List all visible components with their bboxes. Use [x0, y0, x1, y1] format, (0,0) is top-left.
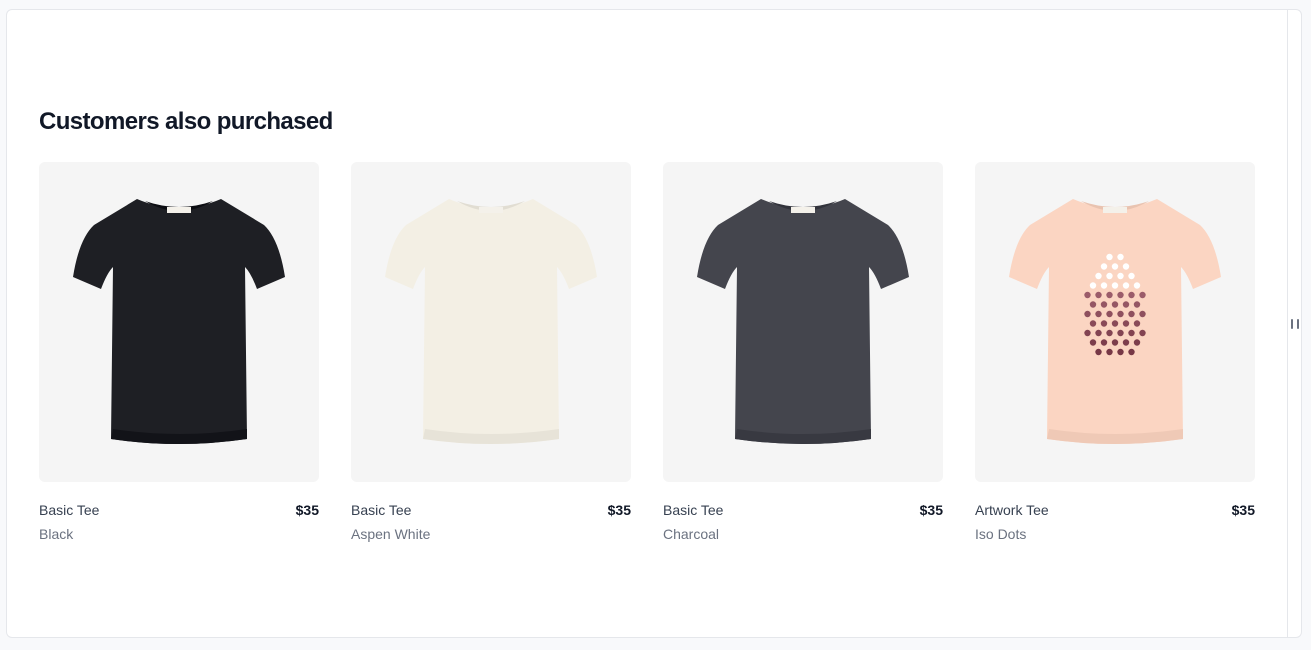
- white-t-shirt-icon: [385, 199, 597, 444]
- product-card[interactable]: Artwork Tee Iso Dots $35: [975, 162, 1255, 547]
- product-card[interactable]: Basic Tee Black $35: [39, 162, 319, 547]
- product-info: Basic Tee Charcoal $35: [663, 501, 943, 547]
- product-price: $35: [607, 502, 631, 518]
- product-color: Iso Dots: [975, 526, 1027, 542]
- product-image[interactable]: [39, 162, 319, 482]
- product-name[interactable]: Basic Tee: [39, 501, 99, 519]
- resize-handle-icon[interactable]: [1291, 317, 1299, 331]
- product-color: Aspen White: [351, 526, 431, 542]
- product-card[interactable]: Basic Tee Aspen White $35: [351, 162, 631, 547]
- product-card[interactable]: Basic Tee Charcoal $35: [663, 162, 943, 547]
- product-name[interactable]: Artwork Tee: [975, 501, 1049, 519]
- product-price: $35: [295, 502, 319, 518]
- product-image[interactable]: [975, 162, 1255, 482]
- product-image[interactable]: [351, 162, 631, 482]
- product-color: Charcoal: [663, 526, 720, 542]
- product-info: Basic Tee Black $35: [39, 501, 319, 547]
- product-color: Black: [39, 526, 74, 542]
- product-image[interactable]: [663, 162, 943, 482]
- product-info: Basic Tee Aspen White $35: [351, 501, 631, 547]
- product-name[interactable]: Basic Tee: [663, 501, 723, 519]
- product-price: $35: [919, 502, 943, 518]
- black-t-shirt-icon: [73, 199, 285, 444]
- peach-dotted-t-shirt-icon: [1009, 199, 1221, 444]
- product-info: Artwork Tee Iso Dots $35: [975, 501, 1255, 547]
- product-price: $35: [1231, 502, 1255, 518]
- charcoal-t-shirt-icon: [697, 199, 909, 444]
- section-title: Customers also purchased: [39, 108, 333, 135]
- resize-divider: [1287, 10, 1288, 638]
- product-name[interactable]: Basic Tee: [351, 501, 411, 519]
